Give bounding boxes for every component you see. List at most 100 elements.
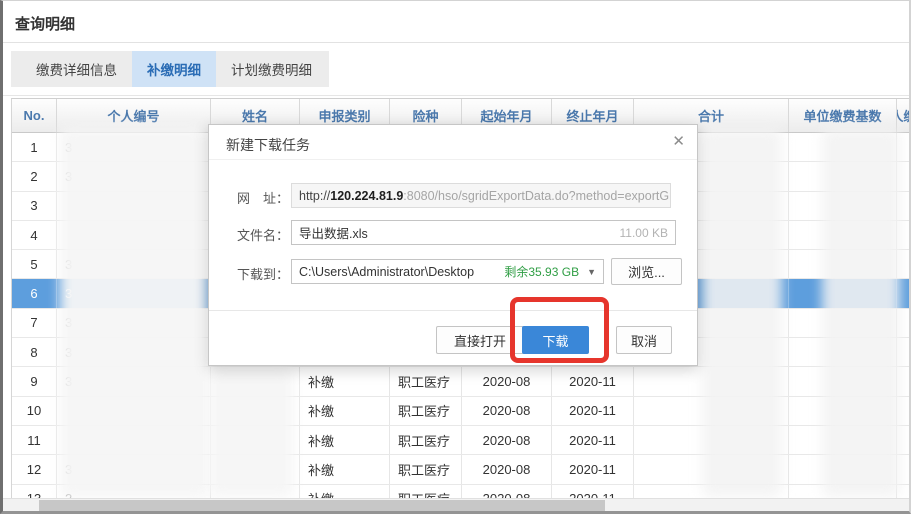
cell-no: 13 bbox=[12, 484, 57, 498]
cell-name bbox=[211, 396, 300, 425]
cell-no: 8 bbox=[12, 338, 57, 367]
divider bbox=[3, 95, 909, 96]
cell-no: 5 bbox=[12, 250, 57, 279]
cell-total bbox=[634, 396, 789, 425]
cell-personal_id bbox=[57, 191, 211, 220]
filename-label: 文件名： bbox=[237, 228, 290, 243]
cell-unit_base bbox=[789, 279, 897, 308]
cell-unit_base bbox=[789, 191, 897, 220]
cell-no: 10 bbox=[12, 396, 57, 425]
scrollbar-thumb[interactable] bbox=[39, 500, 605, 511]
tab-planned-payment-detail[interactable]: 计划缴费明细 bbox=[216, 51, 327, 87]
download-path: C:\Users\Administrator\Desktop bbox=[299, 264, 475, 279]
cell-unit_base bbox=[789, 425, 897, 455]
divider bbox=[209, 159, 697, 160]
cell-name bbox=[211, 455, 300, 484]
cell-insurance: 职工医疗 bbox=[390, 367, 462, 396]
cell-no: 1 bbox=[12, 133, 57, 162]
cell-start_ym: 2020-08 bbox=[462, 425, 552, 455]
cell-declare_type: 补缴 bbox=[300, 396, 390, 425]
table-row[interactable]: 9 3 补缴 职工医疗 2020-08 2020-11 bbox=[12, 367, 909, 397]
cell-personal_base bbox=[897, 221, 909, 249]
cell-name bbox=[211, 425, 300, 455]
col-header-no[interactable]: No. bbox=[12, 99, 57, 132]
url-host: 120.224.81.9 bbox=[330, 188, 404, 203]
url-label: 网 址： bbox=[237, 191, 290, 206]
cell-no: 11 bbox=[12, 425, 57, 455]
divider bbox=[209, 310, 697, 311]
table-row[interactable]: 11 补缴 职工医疗 2020-08 2020-11 bbox=[12, 425, 909, 456]
cell-end_ym: 2020-11 bbox=[552, 396, 634, 425]
cell-personal_base bbox=[897, 426, 909, 454]
cell-unit_base bbox=[789, 455, 897, 484]
file-size: 11.00 KB bbox=[619, 225, 668, 240]
cancel-button[interactable]: 取消 bbox=[616, 326, 672, 354]
tab-payment-details[interactable]: 缴费详细信息 bbox=[21, 51, 132, 87]
cell-no: 6 bbox=[12, 279, 57, 308]
cell-personal_base bbox=[897, 162, 909, 190]
url-field[interactable]: http://120.224.81.9:8080/hso/sgridExport… bbox=[291, 183, 671, 208]
dialog-title: 新建下载任务 bbox=[226, 137, 310, 153]
page-header: 查询明细 bbox=[3, 1, 909, 43]
cell-unit_base bbox=[789, 220, 897, 250]
cell-total bbox=[634, 367, 789, 396]
table-row[interactable]: 12 3 补缴 职工医疗 2020-08 2020-11 bbox=[12, 455, 909, 485]
table-row[interactable]: 10 补缴 职工医疗 2020-08 2020-11 bbox=[12, 396, 909, 426]
cell-personal_base bbox=[897, 397, 909, 425]
cell-end_ym: 2020-11 bbox=[552, 455, 634, 484]
chevron-down-icon: ▼ bbox=[587, 266, 596, 277]
cell-total bbox=[634, 484, 789, 498]
open-directly-button[interactable]: 直接打开 bbox=[436, 326, 524, 354]
cell-unit_base bbox=[789, 308, 897, 338]
cell-end_ym: 2020-11 bbox=[552, 484, 634, 498]
close-icon[interactable]: ✕ bbox=[672, 133, 685, 151]
col-header-personal_id[interactable]: 个人编号 bbox=[57, 99, 211, 132]
cell-total bbox=[634, 455, 789, 484]
cell-name bbox=[211, 484, 300, 498]
cell-unit_base bbox=[789, 162, 897, 191]
cell-personal_id bbox=[57, 396, 211, 425]
cell-unit_base bbox=[789, 367, 897, 396]
cell-personal_id: 2 bbox=[57, 484, 211, 498]
cell-unit_base bbox=[789, 133, 897, 162]
horizontal-scrollbar[interactable] bbox=[3, 498, 909, 511]
cell-personal_id: 3 bbox=[57, 338, 211, 367]
cell-no: 12 bbox=[12, 455, 57, 484]
browse-button[interactable]: 浏览... bbox=[611, 258, 682, 285]
cell-personal_base bbox=[897, 309, 909, 337]
cell-end_ym: 2020-11 bbox=[552, 367, 634, 396]
cell-declare_type: 补缴 bbox=[300, 455, 390, 484]
cell-personal_id: 3 bbox=[57, 162, 211, 191]
cell-total bbox=[634, 425, 789, 455]
cell-personal_base bbox=[897, 455, 909, 483]
cell-personal_id: 3 bbox=[57, 308, 211, 338]
col-header-personal_base[interactable]: 个人缴费基数 bbox=[897, 99, 909, 132]
filename-value: 导出数据.xls bbox=[299, 227, 368, 241]
downloadto-label: 下载到： bbox=[237, 267, 290, 282]
cell-personal_base bbox=[897, 250, 909, 278]
cell-no: 4 bbox=[12, 220, 57, 250]
download-path-select[interactable]: C:\Users\Administrator\Desktop 剩余35.93 G… bbox=[291, 259, 604, 284]
download-button[interactable]: 下载 bbox=[522, 326, 589, 354]
table-row[interactable]: 132 补缴职工医疗2020-082020-11 bbox=[12, 484, 909, 498]
cell-insurance: 职工医疗 bbox=[390, 484, 462, 498]
url-rest: :8080/hso/sgridExportData.do?method=expo… bbox=[403, 188, 671, 203]
cell-start_ym: 2020-08 bbox=[462, 455, 552, 484]
cell-personal_id: 3 bbox=[57, 133, 211, 162]
cell-personal_base bbox=[897, 338, 909, 366]
cell-end_ym: 2020-11 bbox=[552, 425, 634, 455]
cell-personal_id: 3 bbox=[57, 279, 211, 308]
col-header-unit_base[interactable]: 单位缴费基数 bbox=[789, 99, 897, 132]
cell-declare_type: 补缴 bbox=[300, 367, 390, 396]
filename-input[interactable]: 导出数据.xls 11.00 KB bbox=[291, 220, 676, 245]
cell-no: 9 bbox=[12, 367, 57, 396]
cell-personal_base bbox=[897, 279, 909, 307]
free-space: 剩余35.93 GB bbox=[504, 265, 580, 279]
page-title: 查询明细 bbox=[15, 16, 76, 33]
tab-bar: 缴费详细信息 补缴明细 计划缴费明细 bbox=[11, 51, 329, 87]
cell-no: 7 bbox=[12, 308, 57, 338]
cell-personal_id: 3 bbox=[57, 367, 211, 396]
tab-supplementary-detail[interactable]: 补缴明细 bbox=[132, 51, 216, 87]
cell-no: 2 bbox=[12, 162, 57, 191]
cell-start_ym: 2020-08 bbox=[462, 484, 552, 498]
